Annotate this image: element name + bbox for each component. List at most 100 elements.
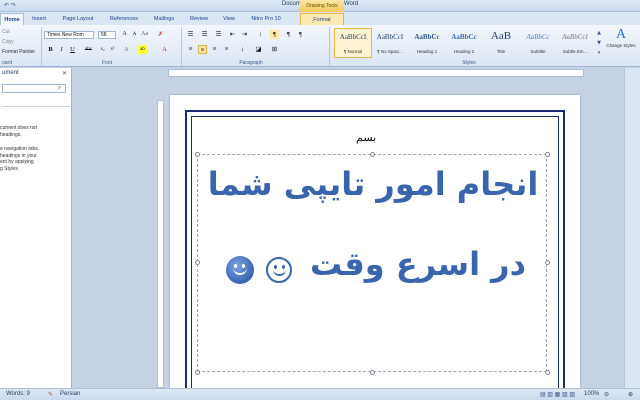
align-center-button[interactable]: ≡ bbox=[198, 45, 207, 54]
borders-button[interactable]: ⊞ bbox=[270, 45, 279, 54]
vertical-scrollbar[interactable] bbox=[624, 68, 640, 388]
justify-button[interactable]: ≡ bbox=[222, 45, 231, 54]
resize-handle-bl[interactable] bbox=[195, 370, 200, 375]
resize-handle-tl[interactable] bbox=[195, 152, 200, 157]
align-left-button[interactable]: ≡ bbox=[186, 45, 195, 54]
resize-handle-br[interactable] bbox=[545, 370, 550, 375]
font-color-button[interactable]: A bbox=[160, 45, 169, 54]
highlight-button[interactable]: ab bbox=[138, 45, 147, 54]
bold-button[interactable]: B bbox=[46, 45, 55, 54]
numbering-button[interactable]: ☰ bbox=[200, 30, 209, 39]
font-name-box[interactable]: Times New Rom bbox=[44, 31, 94, 39]
underline-button[interactable]: U bbox=[68, 45, 77, 54]
style-normal-sample: AaBbCcI bbox=[339, 33, 367, 41]
decrease-indent-button[interactable]: ⇤ bbox=[228, 30, 237, 39]
sort-button[interactable]: ↕ bbox=[256, 30, 265, 39]
styles-label: Styles bbox=[462, 60, 476, 66]
vertical-ruler[interactable] bbox=[157, 100, 164, 388]
bullets-button[interactable]: ☰ bbox=[186, 30, 195, 39]
style-normal-name: ¶ Normal bbox=[343, 49, 363, 54]
nav-close-icon[interactable]: ✕ bbox=[62, 70, 67, 77]
style-subtle-emphasis-sample: AaBbCcI bbox=[562, 33, 588, 41]
style-no-spacing-name: ¶ No Spaci... bbox=[377, 49, 403, 54]
view-buttons[interactable]: ▤ ▥ ▦ ▧ ▨ bbox=[540, 391, 575, 398]
tab-page-layout[interactable]: Page Layout bbox=[56, 13, 100, 25]
style-title[interactable]: AaB Title bbox=[482, 28, 520, 58]
italic-button[interactable]: I bbox=[57, 45, 66, 54]
heading-line-1: انجام امور تایپی شما bbox=[207, 165, 539, 203]
tab-home[interactable]: Home bbox=[0, 13, 24, 25]
style-subtitle-name: Subtitle bbox=[530, 49, 546, 54]
cut-button[interactable]: Cut bbox=[2, 29, 10, 35]
paragraph-label: Paragraph bbox=[239, 60, 263, 66]
shading-button[interactable]: ◪ bbox=[254, 45, 263, 54]
tab-insert[interactable]: Insert bbox=[26, 13, 52, 25]
navigation-pane bbox=[0, 68, 72, 388]
line-spacing-button[interactable]: ↕ bbox=[238, 45, 247, 54]
tab-view[interactable]: View bbox=[218, 13, 240, 25]
resize-handle-tr[interactable] bbox=[545, 152, 550, 157]
status-bar: Words: 9 ✎ Persian ▤ ▥ ▦ ▧ ▨ 100% ⊖ ⊕ bbox=[0, 388, 640, 400]
tab-references[interactable]: References bbox=[104, 13, 144, 25]
clear-formatting-button[interactable]: ✗ bbox=[156, 30, 165, 39]
styles-scroll-buttons[interactable]: ▲ ▼ ▾ bbox=[594, 28, 604, 58]
rtl-button[interactable]: ¶ bbox=[296, 30, 305, 39]
style-heading-1[interactable]: AaBbCc Heading 1 bbox=[408, 28, 446, 58]
format-painter-button[interactable]: Format Painter bbox=[2, 49, 35, 55]
filled-smiley-icon bbox=[226, 256, 254, 284]
nav-no-headings-message: cument does not headings. bbox=[0, 125, 37, 138]
style-no-spacing-sample: AaBbCcI bbox=[376, 33, 404, 41]
change-styles-label: Change Styles bbox=[606, 43, 636, 48]
style-subtitle[interactable]: AaBbCc Subtitle bbox=[519, 28, 557, 58]
outline-smiley-icon bbox=[266, 257, 292, 283]
zoom-level[interactable]: 100% bbox=[584, 391, 599, 397]
heading-line-2: در اسرع وقت bbox=[309, 245, 527, 283]
ribbon-tabs: Home Insert Page Layout References Maili… bbox=[0, 12, 640, 25]
tab-nitro[interactable]: Nitro Pro 10 bbox=[244, 13, 288, 25]
style-title-name: Title bbox=[496, 49, 506, 54]
tab-format[interactable]: Format bbox=[300, 13, 344, 25]
multilevel-list-button[interactable]: ☰ bbox=[214, 30, 223, 39]
style-normal[interactable]: AaBbCcI ¶ Normal bbox=[334, 28, 372, 58]
drawing-tools-contextual-label: Drawing Tools bbox=[300, 0, 344, 12]
strikethrough-button[interactable]: abc bbox=[84, 45, 93, 54]
font-size-box[interactable]: 58 bbox=[98, 31, 116, 39]
style-title-sample: AaB bbox=[490, 30, 512, 42]
style-no-spacing[interactable]: AaBbCcI ¶ No Spaci... bbox=[371, 28, 409, 58]
change-styles-button[interactable]: A Change Styles bbox=[606, 27, 636, 63]
horizontal-ruler[interactable] bbox=[168, 69, 584, 77]
zoom-out-button[interactable]: ⊖ bbox=[604, 391, 609, 398]
nav-view-tabs[interactable] bbox=[2, 97, 70, 107]
copy-button[interactable]: Copy bbox=[2, 39, 14, 45]
clipboard-label: oard bbox=[1, 60, 12, 66]
resize-handle-l[interactable] bbox=[195, 260, 200, 265]
style-heading-2-sample: AaBbCc bbox=[451, 33, 477, 41]
style-heading-2[interactable]: AaBbCc Heading 2 bbox=[445, 28, 483, 58]
grow-font-button[interactable]: A bbox=[120, 30, 129, 39]
style-subtle-emphasis[interactable]: AaBbCcI Subtle Em... bbox=[556, 28, 594, 58]
increase-indent-button[interactable]: ⇥ bbox=[240, 30, 249, 39]
shrink-font-button[interactable]: A bbox=[130, 30, 139, 39]
ltr-button[interactable]: ¶ bbox=[284, 30, 293, 39]
resize-handle-t[interactable] bbox=[370, 152, 375, 157]
proofing-icon[interactable]: ✎ bbox=[48, 391, 53, 398]
text-effects-button[interactable]: A bbox=[122, 45, 131, 54]
subscript-button[interactable]: x₂ bbox=[98, 45, 107, 54]
style-heading-1-sample: AaBbCc bbox=[414, 33, 440, 41]
calligraphy-signature: بسم bbox=[356, 131, 377, 144]
word-count[interactable]: Words: 9 bbox=[6, 391, 30, 397]
change-case-button[interactable]: Aa bbox=[140, 30, 149, 39]
show-marks-button[interactable]: ¶ bbox=[270, 30, 279, 39]
resize-handle-b[interactable] bbox=[370, 370, 375, 375]
tab-mailings[interactable]: Mailings bbox=[148, 13, 180, 25]
style-subtle-emphasis-name: Subtle Em... bbox=[562, 49, 588, 54]
superscript-button[interactable]: x² bbox=[108, 45, 117, 54]
change-styles-icon: A bbox=[615, 27, 627, 42]
nav-search-input[interactable] bbox=[2, 84, 66, 93]
language-indicator[interactable]: Persian bbox=[60, 391, 80, 397]
align-right-button[interactable]: ≡ bbox=[210, 45, 219, 54]
zoom-in-button[interactable]: ⊕ bbox=[628, 391, 633, 398]
style-heading-1-name: Heading 1 bbox=[416, 49, 438, 54]
tab-review[interactable]: Review bbox=[184, 13, 214, 25]
search-icon[interactable]: ⌕ bbox=[58, 84, 61, 92]
